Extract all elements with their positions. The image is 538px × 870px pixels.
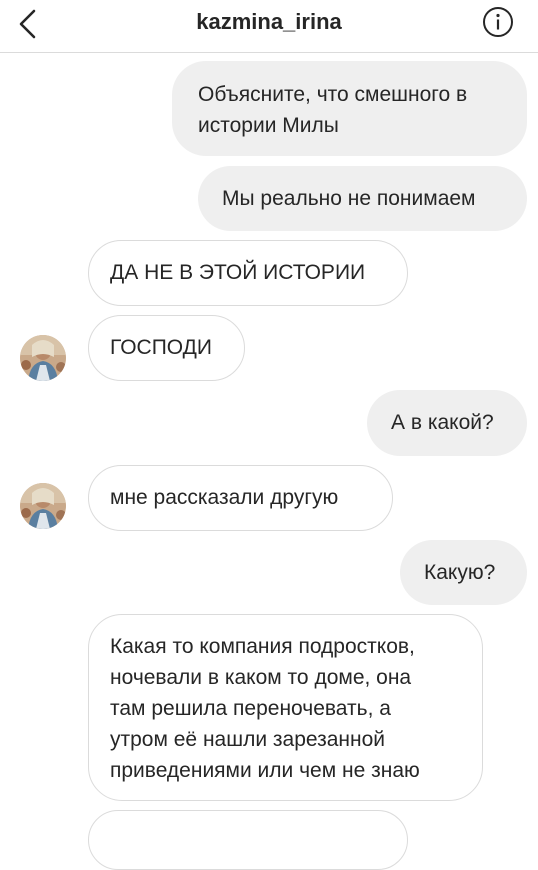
message-line: приведениями или чем не знаю	[110, 759, 420, 782]
incoming-message-bubble[interactable]: Какая то компания подростков, ночевали в…	[88, 614, 483, 801]
chat-header: kazmina_irina	[0, 0, 538, 53]
message-line: утром её нашли зарезанной	[110, 728, 385, 751]
message-line: Объясните, что смешного в	[198, 83, 468, 106]
message-line: Мы реально не понимаем	[222, 187, 476, 210]
message-line: истории Милы	[198, 114, 339, 137]
avatar[interactable]	[20, 335, 66, 381]
message-line: ночевали в каком то доме, она	[110, 666, 412, 689]
avatar[interactable]	[20, 483, 66, 529]
incoming-message-bubble[interactable]: мне рассказали другую	[88, 465, 393, 531]
message-line: А в какой?	[391, 411, 494, 434]
message-line: ГОСПОДИ	[110, 336, 212, 359]
outgoing-message-bubble[interactable]: Мы реально не понимаем	[198, 166, 527, 231]
chat-title[interactable]: kazmina_irina	[0, 6, 538, 38]
outgoing-message-bubble[interactable]: А в какой?	[367, 390, 527, 456]
outgoing-message-bubble[interactable]: Какую?	[400, 540, 527, 605]
incoming-message-bubble[interactable]: ГОСПОДИ	[88, 315, 245, 381]
message-line: там решила переночевать, а	[110, 697, 391, 720]
incoming-message-bubble[interactable]: ДА НЕ В ЭТОЙ ИСТОРИИ	[88, 240, 408, 306]
info-icon[interactable]	[482, 6, 514, 38]
message-line: ДА НЕ В ЭТОЙ ИСТОРИИ	[110, 261, 366, 284]
message-line: Какая то компания подростков,	[110, 635, 415, 658]
message-line: Какую?	[424, 561, 496, 584]
message-line: мне рассказали другую	[110, 486, 339, 509]
incoming-message-bubble[interactable]	[88, 810, 408, 870]
outgoing-message-bubble[interactable]: Объясните, что смешного в истории Милы	[172, 61, 527, 156]
